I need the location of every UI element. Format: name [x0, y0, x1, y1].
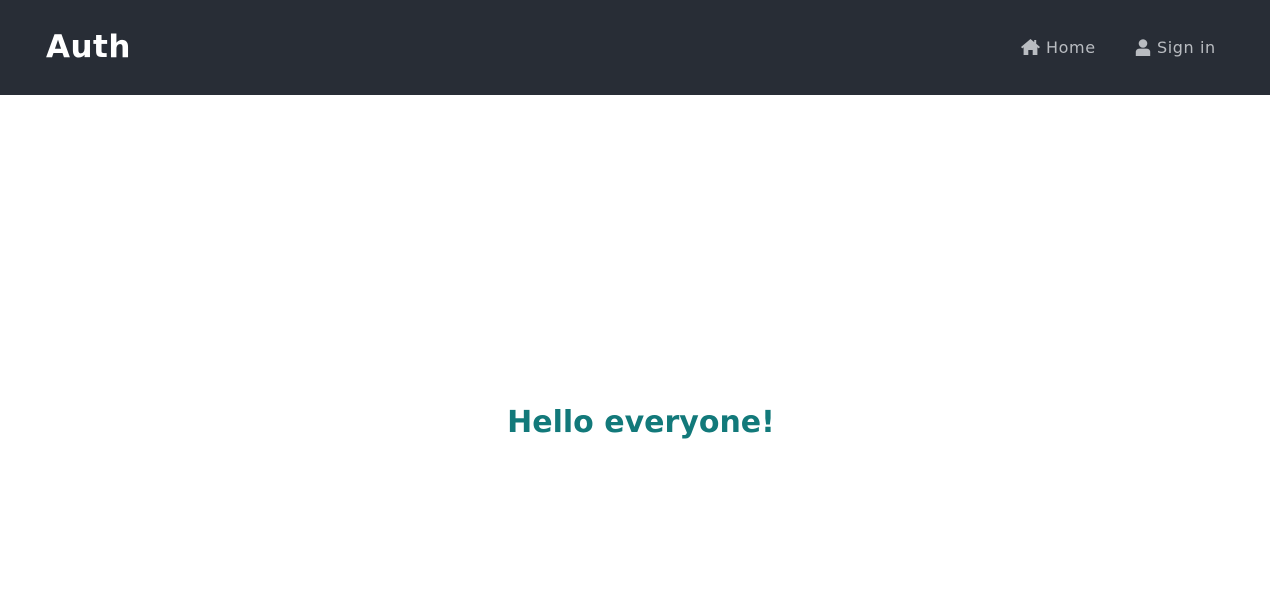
hero-heading: Hello everyone!: [507, 405, 775, 440]
top-navbar: Auth Home Sign in: [0, 0, 1270, 95]
nav-link-home-label: Home: [1046, 37, 1096, 57]
user-icon: [1135, 38, 1151, 56]
main-content: Hello everyone!: [0, 95, 1270, 611]
nav-link-sign-in[interactable]: Sign in: [1135, 36, 1216, 58]
home-icon: [1021, 39, 1040, 55]
nav-link-home[interactable]: Home: [1021, 36, 1096, 58]
nav-link-sign-in-label: Sign in: [1157, 37, 1216, 57]
brand-logo-link[interactable]: Auth: [46, 27, 131, 67]
